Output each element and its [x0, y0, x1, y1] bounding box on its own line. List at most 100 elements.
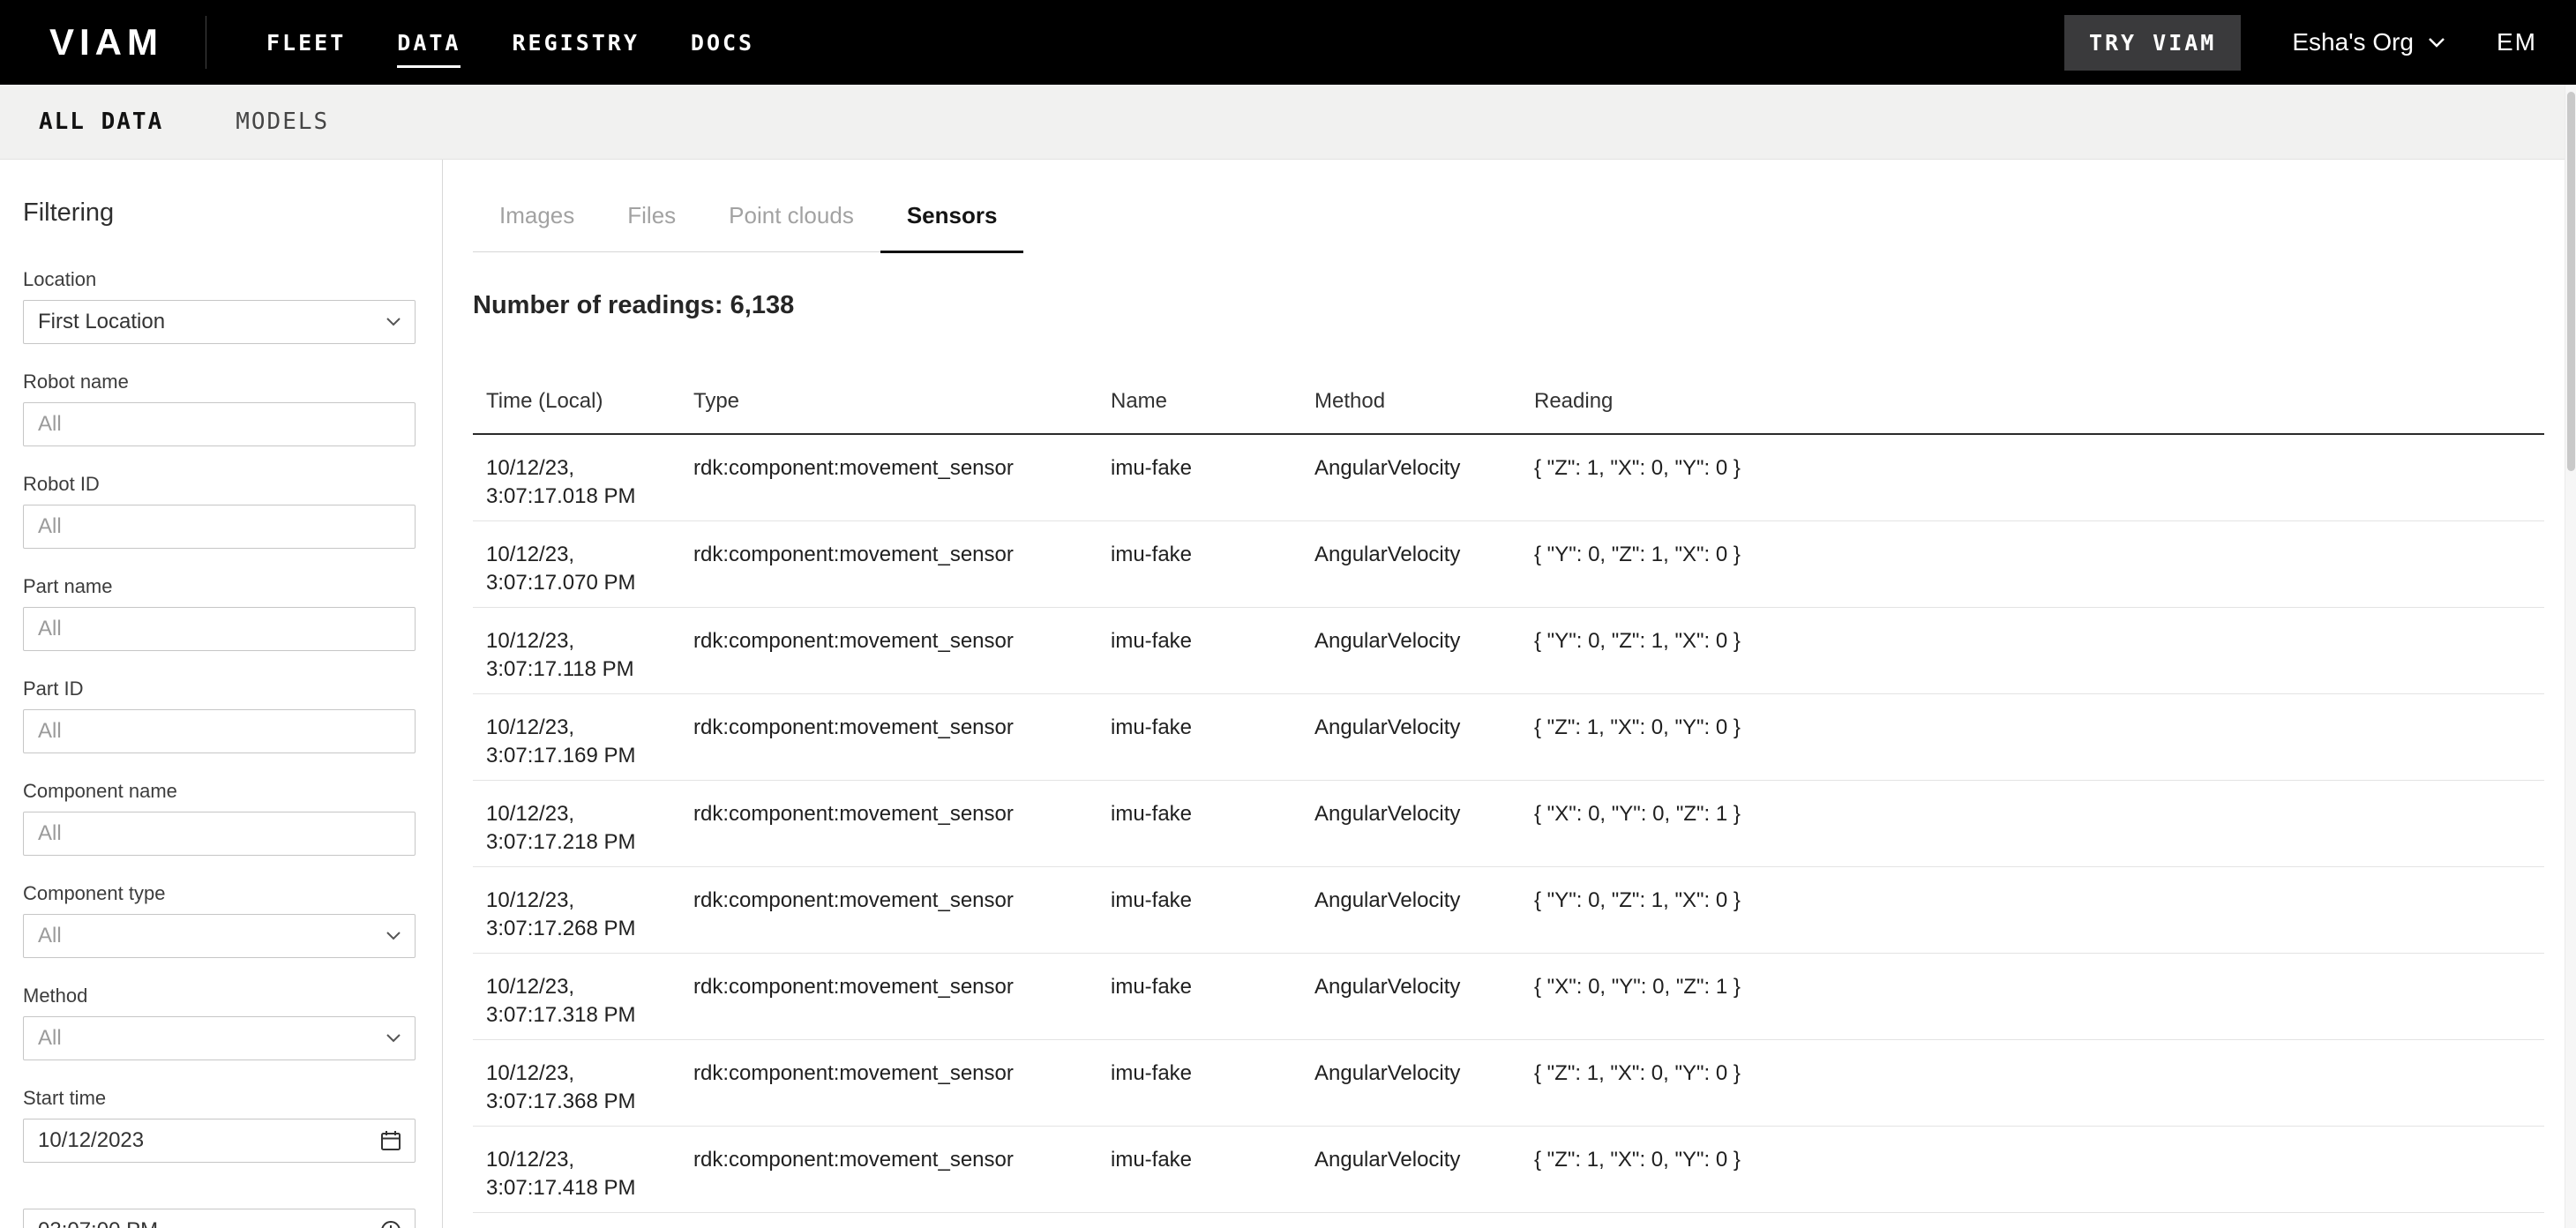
- cell-time: 10/12/23,3:07:17.018 PM: [473, 434, 693, 520]
- viam-data-page: VIAM FLEET DATA REGISTRY DOCS TRY VIAM E…: [0, 0, 2576, 1228]
- cell-method: AngularVelocity: [1314, 780, 1534, 866]
- filter-start-time-clock: 03:07:00 PM: [23, 1209, 416, 1228]
- component-name-input[interactable]: [23, 812, 416, 856]
- cell-method: AngularVelocity: [1314, 693, 1534, 780]
- cell-type: rdk:component:movement_sensor: [693, 780, 1111, 866]
- scrollbar-thumb[interactable]: [2567, 92, 2575, 471]
- start-time-time-input[interactable]: 03:07:00 PM: [23, 1209, 416, 1228]
- content-area: Filtering Location First Location Robot …: [0, 160, 2576, 1228]
- filter-component-name: Component name: [23, 780, 416, 856]
- tab-point-clouds[interactable]: Point clouds: [702, 200, 880, 251]
- table-row: 10/12/23,3:07:17.418 PM rdk:component:mo…: [473, 1126, 2544, 1212]
- cell-time: 10/12/23,3:07:17.070 PM: [473, 520, 693, 607]
- cell-time: 10/12/23,3:07:17.218 PM: [473, 780, 693, 866]
- location-select[interactable]: First Location: [23, 300, 416, 344]
- cell-time-line: 3:07:17.169 PM: [486, 742, 685, 770]
- cell-reading: { "Z": 1, "X": 0, "Y": 0 }: [1534, 1039, 2544, 1126]
- location-label: Location: [23, 268, 416, 291]
- part-id-label: Part ID: [23, 678, 416, 700]
- chevron-down-icon: [2428, 37, 2445, 49]
- chevron-down-icon: [385, 931, 402, 941]
- cell-time-line: 3:07:17.070 PM: [486, 569, 685, 597]
- nav-item-docs[interactable]: DOCS: [691, 25, 754, 61]
- start-time-value: 03:07:00 PM: [38, 1218, 158, 1228]
- tab-images[interactable]: Images: [473, 200, 601, 251]
- filter-robot-name: Robot name: [23, 371, 416, 446]
- cell-reading: { "Z": 1, "X": 0, "Y": 0 }: [1534, 434, 2544, 520]
- cell-date-line: 10/12/23,: [486, 887, 685, 915]
- cell-name: imu-fake: [1111, 866, 1314, 953]
- part-name-input[interactable]: [23, 607, 416, 651]
- cell-type: rdk:component:movement_sensor: [693, 607, 1111, 693]
- cell-type: rdk:component:movement_sensor: [693, 520, 1111, 607]
- org-name: Esha's Org: [2292, 28, 2414, 56]
- filter-start-time: Start time 10/12/2023: [23, 1087, 416, 1163]
- component-type-select[interactable]: All: [23, 914, 416, 958]
- cell-time-line: 3:07:17.368 PM: [486, 1088, 685, 1116]
- cell-time: 10/12/23,3:07:17.169 PM: [473, 693, 693, 780]
- sensor-readings-table: Time (Local) Type Name Method Reading 10…: [473, 389, 2544, 1213]
- primary-nav: FLEET DATA REGISTRY DOCS: [266, 25, 754, 61]
- cell-date-line: 10/12/23,: [486, 973, 685, 1001]
- cell-time: 10/12/23,3:07:17.368 PM: [473, 1039, 693, 1126]
- header-type: Type: [693, 389, 1111, 434]
- method-select-value: All: [38, 1026, 62, 1051]
- table-row: 10/12/23,3:07:17.218 PM rdk:component:mo…: [473, 780, 2544, 866]
- cell-time-line: 3:07:17.118 PM: [486, 655, 685, 684]
- filter-location: Location First Location: [23, 268, 416, 344]
- robot-id-input[interactable]: [23, 505, 416, 549]
- header-time: Time (Local): [473, 389, 693, 434]
- top-nav: VIAM FLEET DATA REGISTRY DOCS TRY VIAM E…: [0, 0, 2576, 85]
- start-time-date-input[interactable]: 10/12/2023: [23, 1119, 416, 1163]
- cell-method: AngularVelocity: [1314, 520, 1534, 607]
- nav-item-data[interactable]: DATA: [397, 25, 461, 61]
- table-header-row: Time (Local) Type Name Method Reading: [473, 389, 2544, 434]
- tab-files[interactable]: Files: [601, 200, 702, 251]
- cell-reading: { "X": 0, "Y": 0, "Z": 1 }: [1534, 780, 2544, 866]
- robot-name-input[interactable]: [23, 402, 416, 446]
- tab-all-data[interactable]: ALL DATA: [39, 109, 163, 135]
- cell-method: AngularVelocity: [1314, 607, 1534, 693]
- filter-part-name: Part name: [23, 575, 416, 651]
- nav-item-registry[interactable]: REGISTRY: [512, 25, 639, 61]
- component-type-label: Component type: [23, 882, 416, 905]
- cell-reading: { "Y": 0, "Z": 1, "X": 0 }: [1534, 607, 2544, 693]
- filtering-title: Filtering: [23, 198, 416, 228]
- cell-method: AngularVelocity: [1314, 1039, 1534, 1126]
- cell-reading: { "Y": 0, "Z": 1, "X": 0 }: [1534, 866, 2544, 953]
- cell-time: 10/12/23,3:07:17.118 PM: [473, 607, 693, 693]
- filter-part-id: Part ID: [23, 678, 416, 753]
- cell-date-line: 10/12/23,: [486, 714, 685, 742]
- cell-type: rdk:component:movement_sensor: [693, 434, 1111, 520]
- filter-sidebar: Filtering Location First Location Robot …: [0, 160, 443, 1228]
- cell-name: imu-fake: [1111, 693, 1314, 780]
- tab-sensors[interactable]: Sensors: [880, 200, 1024, 253]
- cell-type: rdk:component:movement_sensor: [693, 1039, 1111, 1126]
- table-row: 10/12/23,3:07:17.169 PM rdk:component:mo…: [473, 693, 2544, 780]
- org-picker[interactable]: Esha's Org: [2292, 28, 2445, 56]
- cell-time: 10/12/23,3:07:17.418 PM: [473, 1126, 693, 1212]
- tab-models[interactable]: MODELS: [236, 109, 329, 135]
- nav-item-fleet[interactable]: FLEET: [266, 25, 346, 61]
- cell-time: 10/12/23,3:07:17.268 PM: [473, 866, 693, 953]
- table-row: 10/12/23,3:07:17.268 PM rdk:component:mo…: [473, 866, 2544, 953]
- header-name: Name: [1111, 389, 1314, 434]
- table-row: 10/12/23,3:07:17.368 PM rdk:component:mo…: [473, 1039, 2544, 1126]
- viam-logo[interactable]: VIAM: [49, 21, 163, 64]
- cell-method: AngularVelocity: [1314, 953, 1534, 1039]
- try-viam-button[interactable]: TRY VIAM: [2064, 15, 2241, 71]
- cell-name: imu-fake: [1111, 1126, 1314, 1212]
- part-id-input[interactable]: [23, 709, 416, 753]
- readings-count: Number of readings: 6,138: [473, 291, 2544, 320]
- cell-type: rdk:component:movement_sensor: [693, 1126, 1111, 1212]
- table-row: 10/12/23,3:07:17.018 PM rdk:component:mo…: [473, 434, 2544, 520]
- nav-right: TRY VIAM Esha's Org EM: [2064, 15, 2537, 71]
- header-method: Method: [1314, 389, 1534, 434]
- vertical-scrollbar: [2565, 85, 2576, 1228]
- cell-method: AngularVelocity: [1314, 866, 1534, 953]
- method-select[interactable]: All: [23, 1016, 416, 1060]
- cell-name: imu-fake: [1111, 434, 1314, 520]
- start-time-label: Start time: [23, 1087, 416, 1110]
- user-avatar[interactable]: EM: [2497, 28, 2537, 56]
- robot-name-label: Robot name: [23, 371, 416, 393]
